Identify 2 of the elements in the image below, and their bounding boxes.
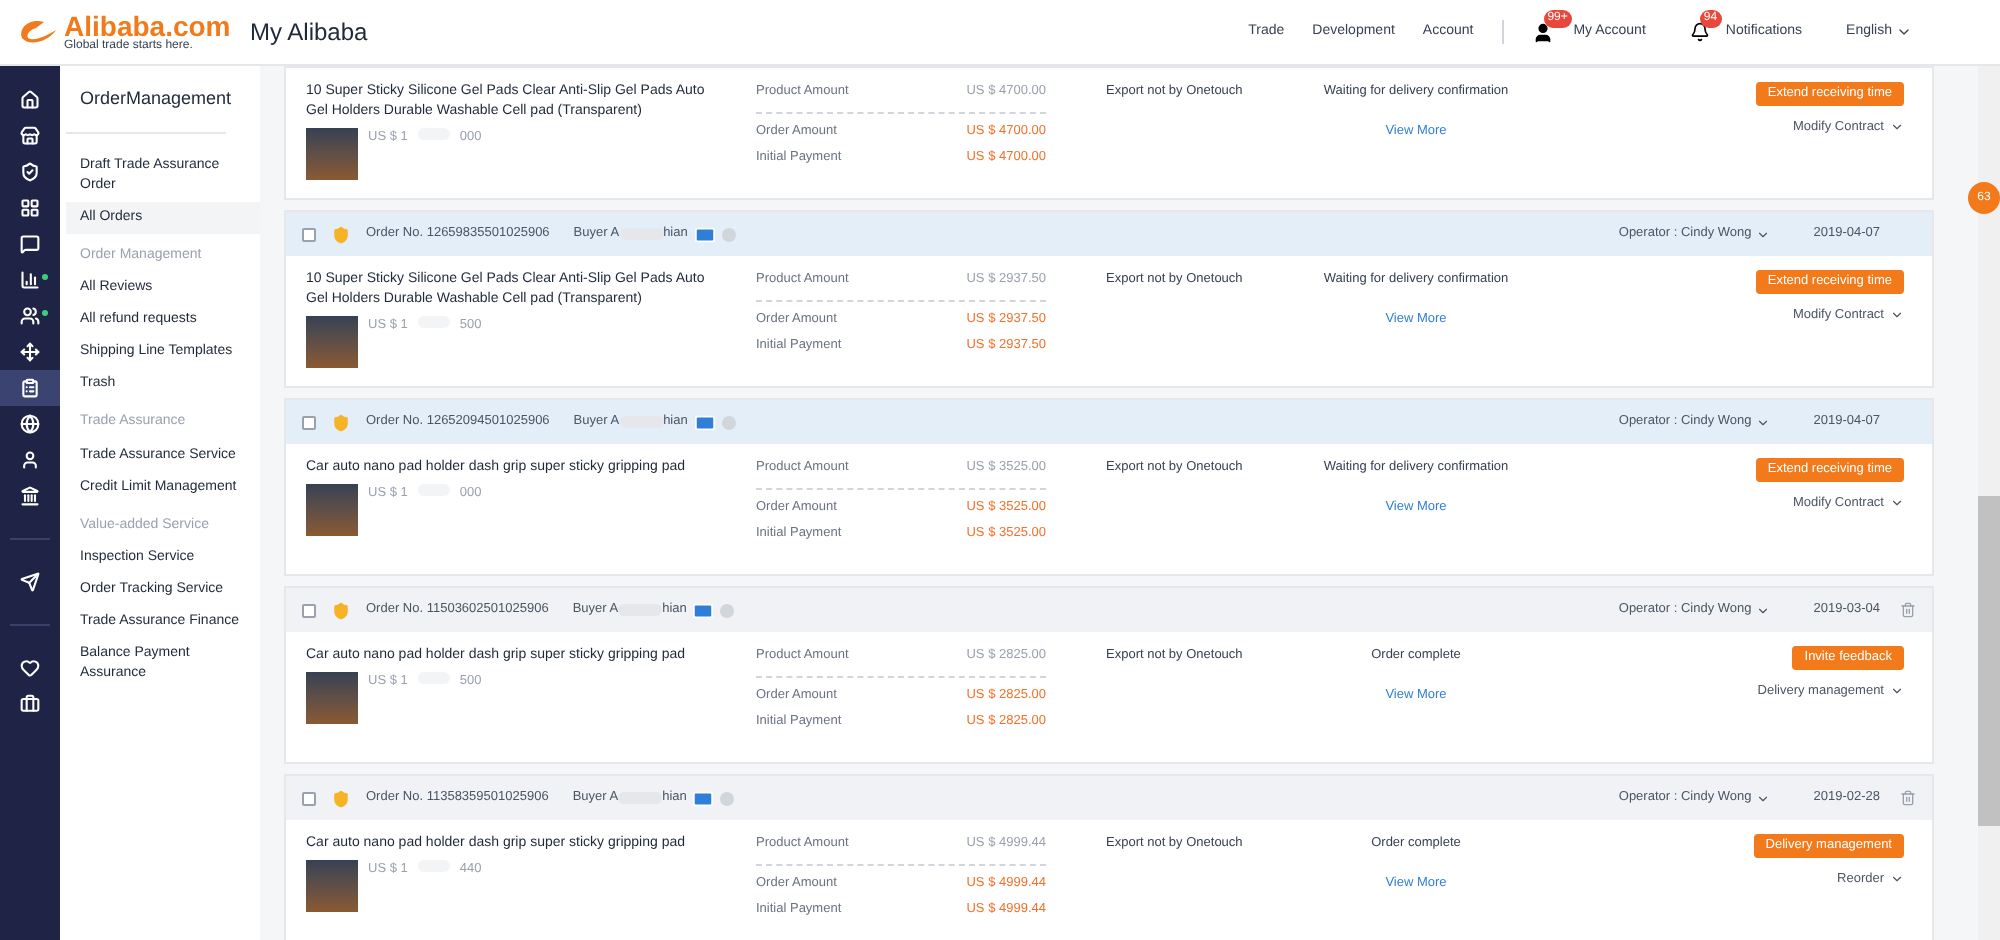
- page-title: My Alibaba: [250, 16, 368, 50]
- sidebar-title: OrderManagement: [66, 86, 226, 133]
